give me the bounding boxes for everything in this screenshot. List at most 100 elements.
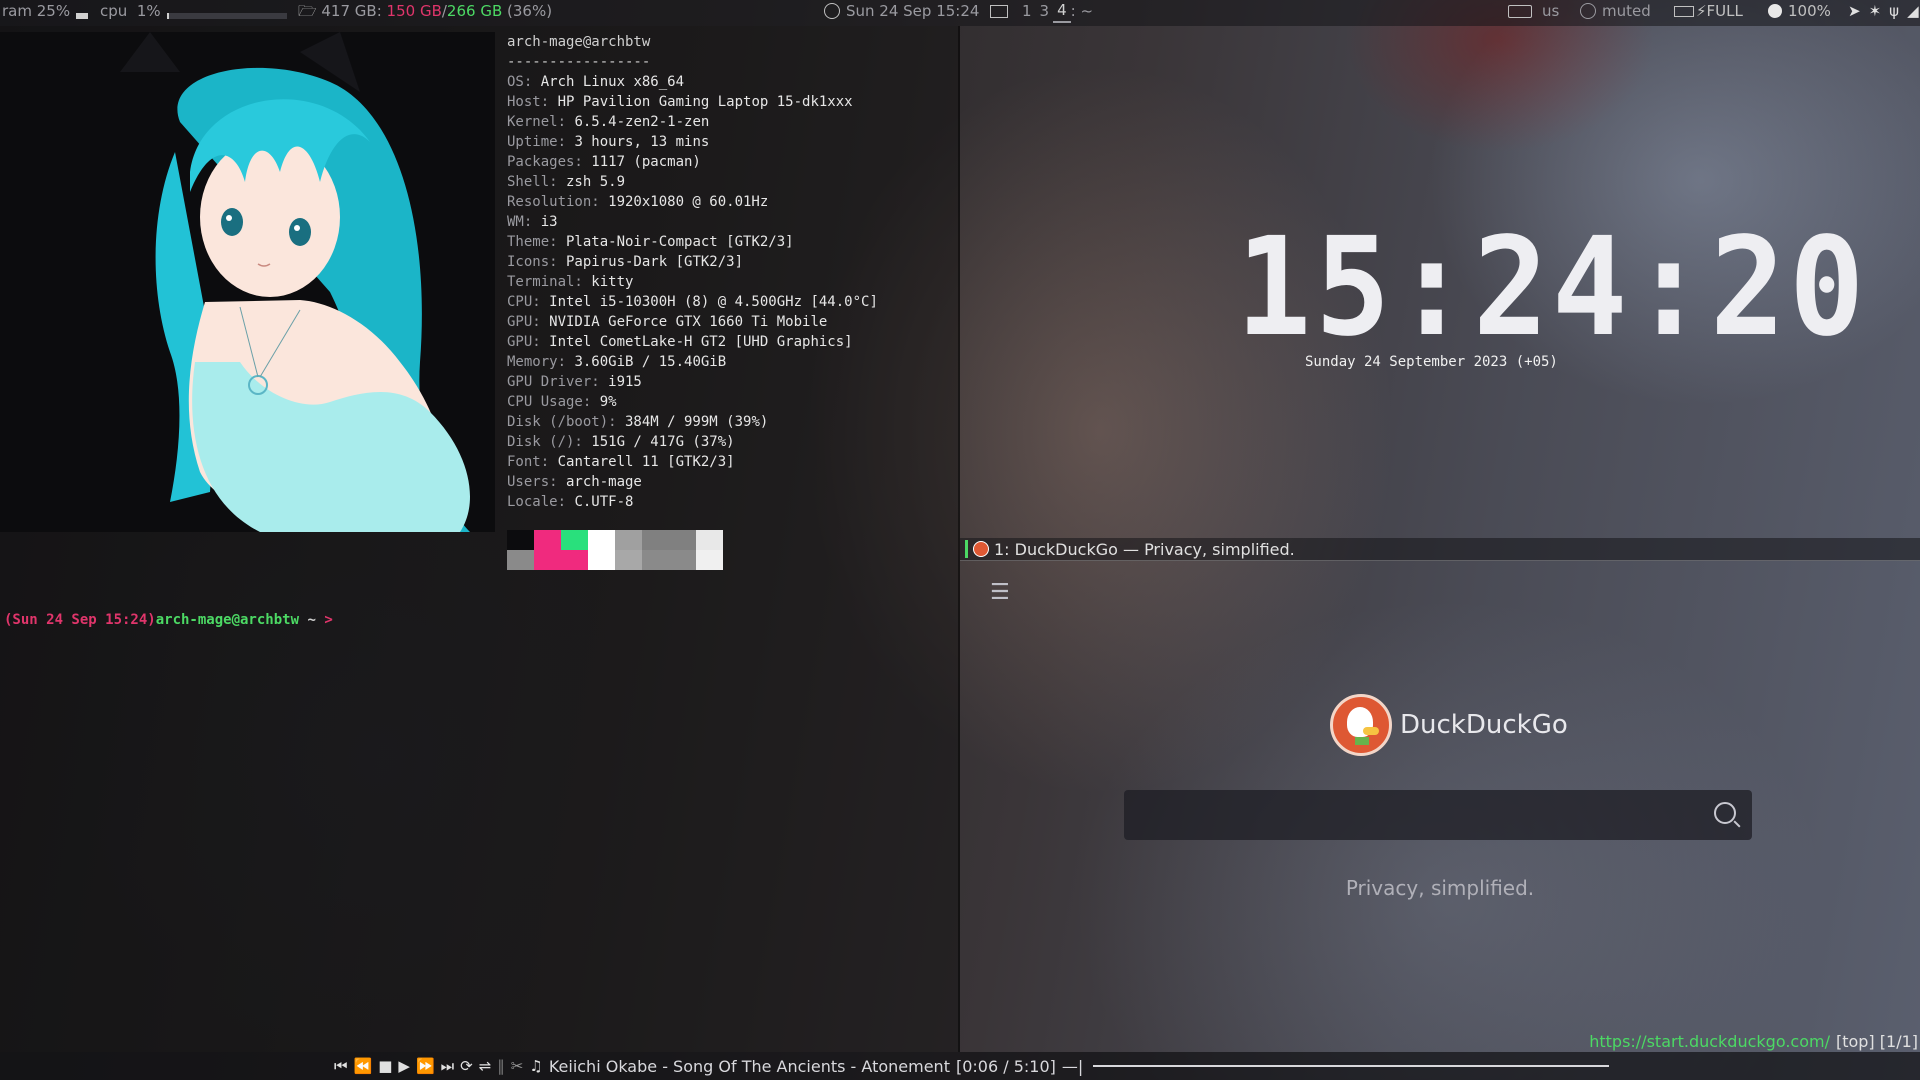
desktop-clock-date: Sunday 24 September 2023 (+05)	[1305, 354, 1558, 370]
neofetch-key: Shell:	[507, 174, 558, 190]
bluetooth-icon[interactable]: ✶	[1869, 0, 1882, 22]
cpu-bar	[166, 13, 287, 19]
workspace-3[interactable]: 3	[1036, 0, 1054, 22]
duckduckgo-logo-icon	[1330, 694, 1392, 756]
workspace-suffix: : ~	[1070, 2, 1094, 20]
rewind-icon[interactable]: ⏪	[354, 1057, 373, 1075]
usb-icon[interactable]: ψ	[1889, 0, 1899, 22]
cpu-label: cpu	[100, 2, 128, 20]
active-tab-indicator	[965, 540, 968, 558]
keyboard-widget[interactable]: us	[1508, 0, 1559, 22]
charging-icon: ⚡	[1696, 2, 1707, 20]
neofetch-key: Theme:	[507, 234, 558, 250]
palette-swatch	[534, 530, 561, 550]
keyboard-icon	[1508, 4, 1532, 18]
neofetch-value: Intel i5-10300H (8) @ 4.500GHz [44.0°C]	[540, 294, 878, 310]
palette-swatch	[534, 550, 561, 570]
disk-percent: (36%)	[507, 2, 553, 20]
palette-swatch	[669, 550, 696, 570]
brightness-widget: 100%	[1768, 0, 1831, 22]
shuffle-icon[interactable]: ⇌	[479, 1057, 492, 1075]
volume-widget[interactable]: muted	[1580, 0, 1651, 22]
stop-icon[interactable]: ■	[378, 1057, 392, 1075]
palette-swatch	[588, 550, 615, 570]
single-mode-icon[interactable]: ‖	[497, 1057, 505, 1075]
battery-status: FULL	[1706, 2, 1743, 20]
skip-forward-icon[interactable]: ⏭	[441, 1057, 455, 1075]
ram-widget: ram 25%	[2, 0, 89, 22]
workspace-4[interactable]: 4	[1053, 0, 1071, 23]
neofetch-key: Icons:	[507, 254, 558, 270]
neofetch-value: 9%	[591, 394, 617, 410]
neofetch-output: arch-mage@archbtw ----------------- OS: …	[507, 32, 878, 512]
repeat-icon[interactable]: ⟳	[460, 1057, 473, 1075]
palette-swatch	[696, 530, 723, 550]
workspace-switcher: 1 3 4 : ~	[990, 0, 1094, 23]
neofetch-row: Uptime: 3 hours, 13 mins	[507, 132, 878, 152]
neofetch-row: GPU: NVIDIA GeForce GTX 1660 Ti Mobile	[507, 312, 878, 332]
neofetch-row: Host: HP Pavilion Gaming Laptop 15-dk1xx…	[507, 92, 878, 112]
neofetch-row: Disk (/): 151G / 417G (37%)	[507, 432, 878, 452]
neofetch-row: GPU Driver: i915	[507, 372, 878, 392]
neofetch-value: 384M / 999M (39%)	[616, 414, 769, 430]
search-input[interactable]	[1124, 790, 1752, 840]
network-icon[interactable]: ◢	[1907, 0, 1919, 22]
anime-character-image	[0, 32, 495, 532]
music-note-icon: ♫	[529, 1057, 543, 1075]
neofetch-value: zsh 5.9	[557, 174, 626, 190]
tab-title[interactable]: 1: DuckDuckGo — Privacy, simplified.	[994, 540, 1295, 559]
palette-swatch	[669, 530, 696, 550]
workspace-1[interactable]: 1	[1018, 0, 1036, 22]
neofetch-key: Resolution:	[507, 194, 600, 210]
disk-total: 417 GB:	[321, 2, 382, 20]
neofetch-key: Packages:	[507, 154, 583, 170]
palette-swatch	[642, 530, 669, 550]
neofetch-value: arch-mage	[557, 474, 642, 490]
brightness-icon	[1768, 4, 1782, 18]
neofetch-key: CPU Usage:	[507, 394, 592, 410]
neofetch-row: Users: arch-mage	[507, 472, 878, 492]
neofetch-row: WM: i3	[507, 212, 878, 232]
neofetch-value: Plata-Noir-Compact [GTK2/3]	[557, 234, 794, 250]
desktop-clock: 15:24:20	[1236, 209, 1869, 367]
palette-swatch	[507, 530, 534, 550]
palette-swatch	[561, 530, 588, 550]
neofetch-row: GPU: Intel CometLake-H GT2 [UHD Graphics…	[507, 332, 878, 352]
shell-prompt[interactable]: (Sun 24 Sep 15:24)arch-mage@archbtw ~ >	[4, 612, 333, 628]
neofetch-key: OS:	[507, 74, 533, 90]
media-player: ⏮ ⏪ ■ ▶ ⏩ ⏭ ⟳ ⇌ ‖ ✂ ♫ Keiichi Okabe - So…	[334, 1052, 1610, 1080]
browser-window[interactable]: 1: DuckDuckGo — Privacy, simplified. ☰ D…	[960, 538, 1920, 1052]
play-icon[interactable]: ▶	[398, 1057, 410, 1075]
clock-widget[interactable]: Sun 24 Sep 15:24	[824, 0, 979, 22]
prompt-user: arch-mage@archbtw	[155, 612, 300, 628]
hamburger-menu-icon[interactable]: ☰	[990, 580, 1010, 605]
track-progress-bar[interactable]	[1093, 1065, 1610, 1067]
neofetch-row: Font: Cantarell 11 [GTK2/3]	[507, 452, 878, 472]
neofetch-row: Kernel: 6.5.4-zen2-1-zen	[507, 112, 878, 132]
neofetch-value: kitty	[582, 274, 634, 290]
neofetch-row: Memory: 3.60GiB / 15.40GiB	[507, 352, 878, 372]
battery-icon	[1674, 5, 1694, 17]
scissors-icon[interactable]: ✂	[511, 1057, 524, 1075]
telegram-icon[interactable]: ➤	[1848, 0, 1861, 22]
neofetch-value: HP Pavilion Gaming Laptop 15-dk1xxx	[549, 94, 853, 110]
neofetch-key: Terminal:	[507, 274, 583, 290]
track-progress-marker: —|	[1061, 1056, 1084, 1076]
neofetch-row: Packages: 1117 (pacman)	[507, 152, 878, 172]
clock-icon	[824, 3, 840, 19]
palette-swatch	[615, 550, 642, 570]
search-icon[interactable]	[1714, 802, 1736, 824]
track-time: [0:06 / 5:10]	[955, 1056, 1056, 1076]
neofetch-key: GPU Driver:	[507, 374, 600, 390]
duckduckgo-favicon-icon	[973, 541, 989, 557]
neofetch-key: Locale:	[507, 494, 567, 510]
neofetch-row: CPU Usage: 9%	[507, 392, 878, 412]
neofetch-row: Locale: C.UTF-8	[507, 492, 878, 512]
skip-back-icon[interactable]: ⏮	[334, 1057, 348, 1075]
fast-forward-icon[interactable]: ⏩	[416, 1057, 435, 1075]
tagline: Privacy, simplified.	[1345, 876, 1535, 900]
browser-statusline: https://start.duckduckgo.com/ [top] [1/1…	[1589, 1030, 1920, 1052]
monitor-icon	[990, 4, 1008, 18]
neofetch-value: 151G / 417G (37%)	[582, 434, 735, 450]
terminal-window[interactable]: arch-mage@archbtw ----------------- OS: …	[0, 26, 958, 1052]
